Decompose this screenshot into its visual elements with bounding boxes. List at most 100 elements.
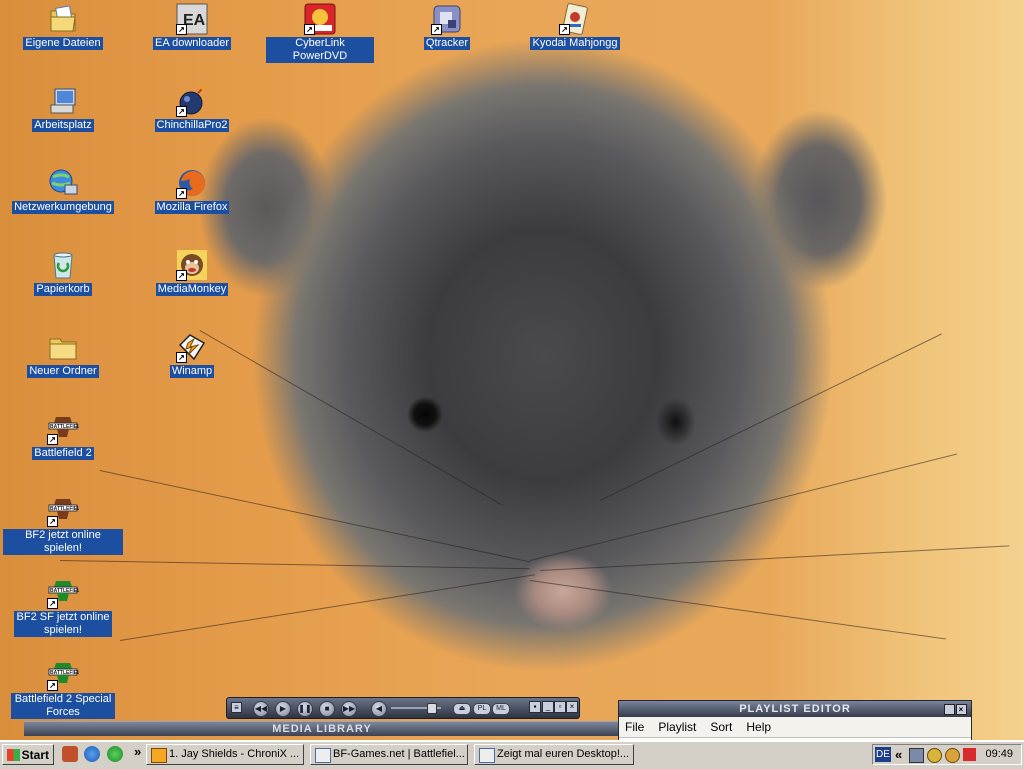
speaker-tray-icon[interactable] xyxy=(927,748,942,763)
icon-label: MediaMonkey xyxy=(155,283,229,296)
shortcut-arrow-icon: ↗ xyxy=(47,598,58,609)
desktop-icon-firefox[interactable]: ↗ Mozilla Firefox xyxy=(132,167,252,214)
battlefield-sf-icon: BATTLEFIELD ↗ xyxy=(47,659,84,691)
play-button[interactable]: ▶ xyxy=(275,701,291,717)
mediamonkey-icon: ↗ xyxy=(176,249,208,281)
close-icon[interactable]: × xyxy=(956,704,967,715)
recycle-bin-icon xyxy=(47,249,79,281)
winamp-task-icon xyxy=(151,748,167,763)
network-icon xyxy=(47,167,79,199)
start-button[interactable]: Start xyxy=(2,744,54,765)
shortcut-arrow-icon: ↗ xyxy=(47,680,58,691)
desktop-icon-battlefield-2[interactable]: BATTLEFIELD ↗ Battlefield 2 xyxy=(3,413,123,460)
playlist-menu-bar: File Playlist Sort Help xyxy=(619,717,971,738)
task-winamp[interactable]: 1. Jay Shields - ChroniX ... xyxy=(146,744,304,765)
folder-icon xyxy=(47,331,79,363)
desktop-icon-eigene-dateien[interactable]: Eigene Dateien xyxy=(3,3,123,50)
shortcut-arrow-icon: ↗ xyxy=(176,24,187,35)
winamp-player-bar[interactable]: ≡ ◀◀ ▶ ❚❚ ■ ▶▶ ◀ ⏏ PL ML ▪ _ ▫ × xyxy=(226,697,580,719)
quicklaunch-info-icon[interactable] xyxy=(107,746,123,762)
shade-button[interactable]: ▫ xyxy=(554,701,566,713)
ati-tray-icon[interactable] xyxy=(963,748,976,761)
quicklaunch-more-button[interactable]: » xyxy=(134,744,141,759)
shortcut-arrow-icon: ↗ xyxy=(431,24,442,35)
icon-label: ChinchillaPro2 xyxy=(154,119,230,132)
icon-label: EA downloader xyxy=(153,37,231,50)
battlefield-icon: BATTLEFIELD ↗ xyxy=(47,413,84,445)
globe-tray-icon[interactable] xyxy=(945,748,960,763)
qtracker-icon: ↗ xyxy=(431,3,463,35)
desktop-icon-bf2-sf-online[interactable]: BATTLEFIELD ↗ BF2 SF jetzt online spiele… xyxy=(3,577,123,637)
quicklaunch-battlefield-icon[interactable] xyxy=(62,746,78,762)
icon-label: Papierkorb xyxy=(34,283,92,296)
icon-label: Arbeitsplatz xyxy=(32,119,94,132)
battlefield-icon: BATTLEFIELD ↗ xyxy=(47,495,84,527)
minimize-button[interactable]: _ xyxy=(542,701,554,713)
powerdvd-icon: ↗ xyxy=(304,3,336,35)
desktop-icon-chinchillapro2[interactable]: ↗ ChinchillaPro2 xyxy=(132,85,252,132)
task-label: BF-Games.net | Battlefiel... xyxy=(333,748,465,760)
language-indicator[interactable]: DE xyxy=(875,747,891,762)
playlist-editor-window[interactable]: PLAYLIST EDITOR × File Playlist Sort Hel… xyxy=(618,700,972,742)
eject-button[interactable]: ⏏ xyxy=(453,703,471,715)
ea-icon: EA ↗ xyxy=(176,3,208,35)
desktop-icon-battlefield-2-sf[interactable]: BATTLEFIELD ↗ Battlefield 2 Special Forc… xyxy=(3,659,123,719)
desktop-icon-neuer-ordner[interactable]: Neuer Ordner xyxy=(3,331,123,378)
start-label: Start xyxy=(21,748,49,762)
my-documents-icon xyxy=(47,3,79,35)
icon-label: Neuer Ordner xyxy=(27,365,99,378)
desktop-icon-winamp[interactable]: ↗ Winamp xyxy=(132,331,252,378)
clock[interactable]: 09:49 xyxy=(985,748,1013,760)
icon-label: Netzwerkumgebung xyxy=(12,201,114,214)
next-button[interactable]: ▶▶ xyxy=(341,701,357,717)
winamp-menu-icon[interactable]: ≡ xyxy=(231,702,242,713)
volume-thumb[interactable] xyxy=(427,703,437,714)
task-bf-games[interactable]: BF-Games.net | Battlefiel... xyxy=(310,744,468,765)
pause-button[interactable]: ❚❚ xyxy=(297,701,313,717)
tray-expand-button[interactable]: « xyxy=(895,747,902,762)
task-desktop-thread[interactable]: Zeigt mal euren Desktop!... xyxy=(474,744,634,765)
menu-playlist[interactable]: Playlist xyxy=(658,720,696,734)
playlist-editor-titlebar[interactable]: PLAYLIST EDITOR × xyxy=(619,701,971,717)
menu-sort[interactable]: Sort xyxy=(710,720,732,734)
icon-label: Qtracker xyxy=(423,37,471,50)
network-tray-icon[interactable] xyxy=(909,748,924,763)
desktop-icon-papierkorb[interactable]: Papierkorb xyxy=(3,249,123,296)
mahjongg-icon: ↗ xyxy=(559,3,591,35)
volume-slider[interactable] xyxy=(391,703,441,714)
menu-toggle-button[interactable]: ▪ xyxy=(529,701,541,713)
shortcut-arrow-icon: ↗ xyxy=(176,352,187,363)
desktop-icon-qtracker[interactable]: ↗ Qtracker xyxy=(387,3,507,50)
desktop-icon-ea-downloader[interactable]: EA ↗ EA downloader xyxy=(132,3,252,50)
menu-help[interactable]: Help xyxy=(746,720,771,734)
desktop-icon-powerdvd[interactable]: ↗ CyberLink PowerDVD xyxy=(260,3,380,63)
desktop-icon-arbeitsplatz[interactable]: Arbeitsplatz xyxy=(3,85,123,132)
quicklaunch-ie-icon[interactable] xyxy=(84,746,100,762)
browser-icon xyxy=(315,748,331,763)
desktop-icon-kyodai-mahjongg[interactable]: ↗ Kyodai Mahjongg xyxy=(515,3,635,50)
close-button[interactable]: × xyxy=(566,701,578,713)
desktop-icon-netzwerkumgebung[interactable]: Netzwerkumgebung xyxy=(3,167,123,214)
icon-label: BF2 SF jetzt online spielen! xyxy=(14,611,112,637)
icon-label: Winamp xyxy=(169,365,215,378)
stop-button[interactable]: ■ xyxy=(319,701,335,717)
menu-file[interactable]: File xyxy=(625,720,644,734)
media-library-titlebar[interactable]: MEDIA LIBRARY xyxy=(24,721,620,736)
windows-logo-icon xyxy=(7,749,20,761)
icon-label: CyberLink PowerDVD xyxy=(266,37,374,63)
battlefield-sf-icon: BATTLEFIELD ↗ xyxy=(47,577,84,609)
toggle-media-library-button[interactable]: ML xyxy=(492,703,510,715)
whisker xyxy=(540,545,1010,571)
icon-label: Battlefield 2 xyxy=(32,447,94,460)
icon-label: Kyodai Mahjongg xyxy=(530,37,620,50)
taskbar: Start » 1. Jay Shields - ChroniX ... BF-… xyxy=(0,740,1024,769)
shortcut-arrow-icon: ↗ xyxy=(176,106,187,117)
task-label: Zeigt mal euren Desktop!... xyxy=(497,748,630,760)
toggle-playlist-button[interactable]: PL xyxy=(473,703,491,715)
previous-button[interactable]: ◀◀ xyxy=(253,701,269,717)
desktop-icon-mediamonkey[interactable]: ↗ MediaMonkey xyxy=(132,249,252,296)
desktop-icon-bf2-online[interactable]: BATTLEFIELD ↗ BF2 jetzt online spielen! xyxy=(3,495,123,555)
shade-icon[interactable] xyxy=(944,704,955,715)
shortcut-arrow-icon: ↗ xyxy=(304,24,315,35)
firefox-icon: ↗ xyxy=(176,167,208,199)
